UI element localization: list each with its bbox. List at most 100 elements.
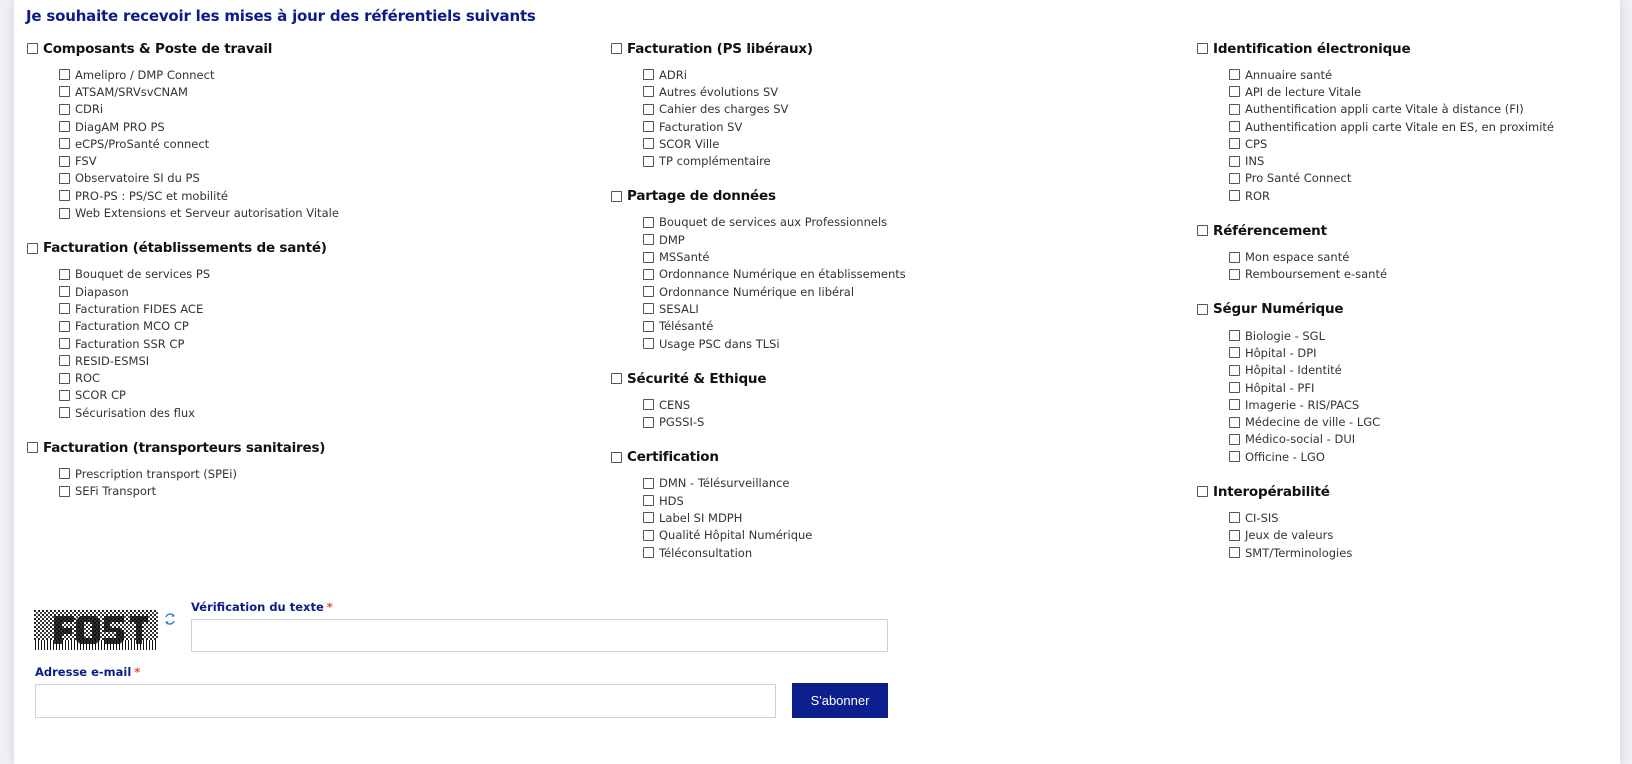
checkbox-icon[interactable] [59, 355, 70, 367]
item-checkbox[interactable]: Observatoire SI du PS [59, 170, 587, 187]
checkbox-icon[interactable] [59, 172, 70, 184]
checkbox-icon[interactable] [643, 286, 654, 298]
category-checkbox[interactable]: Facturation (établissements de santé) [27, 240, 587, 257]
item-checkbox[interactable]: Médico-social - DUI [1229, 431, 1627, 448]
checkbox-icon[interactable] [59, 303, 70, 315]
checkbox-icon[interactable] [59, 389, 70, 401]
checkbox-icon[interactable] [1229, 547, 1240, 559]
checkbox-icon[interactable] [1229, 347, 1240, 359]
item-checkbox[interactable]: Facturation FIDES ACE [59, 300, 587, 317]
checkbox-icon[interactable] [59, 207, 70, 219]
checkbox-icon[interactable] [59, 338, 70, 349]
item-checkbox[interactable]: ROR [1229, 187, 1627, 204]
checkbox-icon[interactable] [1229, 103, 1240, 115]
item-checkbox[interactable]: Facturation SV [643, 118, 1171, 135]
item-checkbox[interactable]: CPS [1229, 135, 1627, 152]
checkbox-icon[interactable] [1229, 399, 1240, 411]
checkbox-icon[interactable] [1197, 303, 1208, 315]
checkbox-icon[interactable] [59, 121, 70, 133]
item-checkbox[interactable]: Facturation SSR CP [59, 335, 587, 352]
item-checkbox[interactable]: Ordonnance Numérique en établissements [643, 266, 1171, 283]
item-checkbox[interactable]: SESALI [643, 300, 1171, 317]
item-checkbox[interactable]: Officine - LGO [1229, 448, 1627, 465]
item-checkbox[interactable]: Authentification appli carte Vitale en E… [1229, 118, 1627, 135]
item-checkbox[interactable]: Facturation MCO CP [59, 318, 587, 335]
item-checkbox[interactable]: RESID-ESMSI [59, 352, 587, 369]
checkbox-icon[interactable] [59, 190, 70, 202]
item-checkbox[interactable]: Amelipro / DMP Connect [59, 66, 587, 83]
checkbox-icon[interactable] [643, 155, 654, 167]
checkbox-icon[interactable] [643, 547, 654, 559]
checkbox-icon[interactable] [643, 121, 654, 133]
category-checkbox[interactable]: Composants & Poste de travail [27, 40, 587, 57]
item-checkbox[interactable]: Bouquet de services aux Professionnels [643, 214, 1171, 231]
category-checkbox[interactable]: Partage de données [611, 188, 1171, 205]
checkbox-icon[interactable] [643, 512, 654, 524]
item-checkbox[interactable]: SCOR Ville [643, 135, 1171, 152]
category-checkbox[interactable]: Facturation (transporteurs sanitaires) [27, 439, 587, 456]
item-checkbox[interactable]: Hôpital - PFI [1229, 379, 1627, 396]
checkbox-icon[interactable] [611, 451, 622, 463]
checkbox-icon[interactable] [611, 43, 622, 54]
category-checkbox[interactable]: Identification électronique [1197, 40, 1627, 57]
checkbox-icon[interactable] [643, 86, 654, 98]
checkbox-icon[interactable] [643, 268, 654, 280]
checkbox-icon[interactable] [27, 242, 38, 254]
item-checkbox[interactable]: Diapason [59, 283, 587, 300]
checkbox-icon[interactable] [1229, 69, 1240, 81]
checkbox-icon[interactable] [643, 69, 654, 81]
item-checkbox[interactable]: SCOR CP [59, 387, 587, 404]
checkbox-icon[interactable] [1229, 416, 1240, 428]
item-checkbox[interactable]: Autres évolutions SV [643, 83, 1171, 100]
checkbox-icon[interactable] [59, 86, 70, 98]
item-checkbox[interactable]: eCPS/ProSanté connect [59, 135, 587, 152]
checkbox-icon[interactable] [643, 320, 654, 332]
item-checkbox[interactable]: HDS [643, 492, 1171, 509]
checkbox-icon[interactable] [643, 216, 654, 228]
item-checkbox[interactable]: Web Extensions et Serveur autorisation V… [59, 204, 587, 221]
item-checkbox[interactable]: Biologie - SGL [1229, 327, 1627, 344]
item-checkbox[interactable]: FSV [59, 152, 587, 169]
checkbox-icon[interactable] [59, 268, 70, 280]
checkbox-icon[interactable] [59, 138, 70, 150]
category-checkbox[interactable]: Certification [611, 449, 1171, 466]
checkbox-icon[interactable] [1229, 433, 1240, 445]
category-checkbox[interactable]: Interopérabilité [1197, 483, 1627, 500]
checkbox-icon[interactable] [643, 338, 654, 349]
item-checkbox[interactable]: Remboursement e-santé [1229, 266, 1627, 283]
checkbox-icon[interactable] [643, 234, 654, 246]
item-checkbox[interactable]: ROC [59, 369, 587, 386]
item-checkbox[interactable]: INS [1229, 152, 1627, 169]
checkbox-icon[interactable] [1197, 43, 1208, 54]
checkbox-icon[interactable] [59, 320, 70, 332]
item-checkbox[interactable]: API de lecture Vitale [1229, 83, 1627, 100]
item-checkbox[interactable]: CI-SIS [1229, 509, 1627, 526]
checkbox-icon[interactable] [643, 529, 654, 541]
checkbox-icon[interactable] [1229, 251, 1240, 263]
item-checkbox[interactable]: CDRi [59, 101, 587, 118]
checkbox-icon[interactable] [27, 442, 38, 454]
item-checkbox[interactable]: Télésanté [643, 318, 1171, 335]
checkbox-icon[interactable] [611, 190, 622, 202]
item-checkbox[interactable]: PGSSI-S [643, 413, 1171, 430]
item-checkbox[interactable]: Médecine de ville - LGC [1229, 413, 1627, 430]
captcha-input[interactable] [191, 619, 888, 652]
checkbox-icon[interactable] [59, 286, 70, 298]
checkbox-icon[interactable] [1229, 529, 1240, 541]
checkbox-icon[interactable] [1229, 330, 1240, 342]
item-checkbox[interactable]: Prescription transport (SPEi) [59, 465, 587, 482]
checkbox-icon[interactable] [1229, 138, 1240, 150]
category-checkbox[interactable]: Référencement [1197, 222, 1627, 239]
checkbox-icon[interactable] [59, 485, 70, 497]
checkbox-icon[interactable] [1229, 190, 1240, 202]
item-checkbox[interactable]: TP complémentaire [643, 152, 1171, 169]
category-checkbox[interactable]: Ségur Numérique [1197, 301, 1627, 318]
item-checkbox[interactable]: Téléconsultation [643, 544, 1171, 561]
item-checkbox[interactable]: DMN - Télésurveillance [643, 475, 1171, 492]
category-checkbox[interactable]: Sécurité & Ethique [611, 370, 1171, 387]
checkbox-icon[interactable] [643, 477, 654, 489]
checkbox-icon[interactable] [1229, 121, 1240, 133]
checkbox-icon[interactable] [643, 103, 654, 115]
checkbox-icon[interactable] [611, 373, 622, 385]
item-checkbox[interactable]: Jeux de valeurs [1229, 527, 1627, 544]
